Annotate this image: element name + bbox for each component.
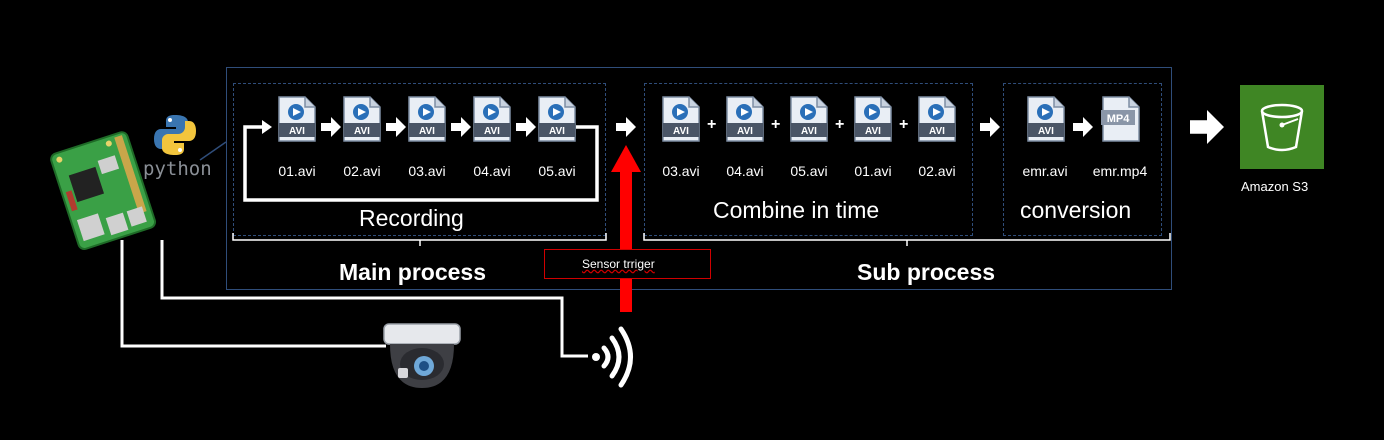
sensor-trigger-label: Sensor trriger <box>582 257 655 271</box>
dome-camera-icon <box>383 323 461 388</box>
wireless-sensor-icon <box>592 326 633 388</box>
trigger-arrow <box>611 145 641 312</box>
